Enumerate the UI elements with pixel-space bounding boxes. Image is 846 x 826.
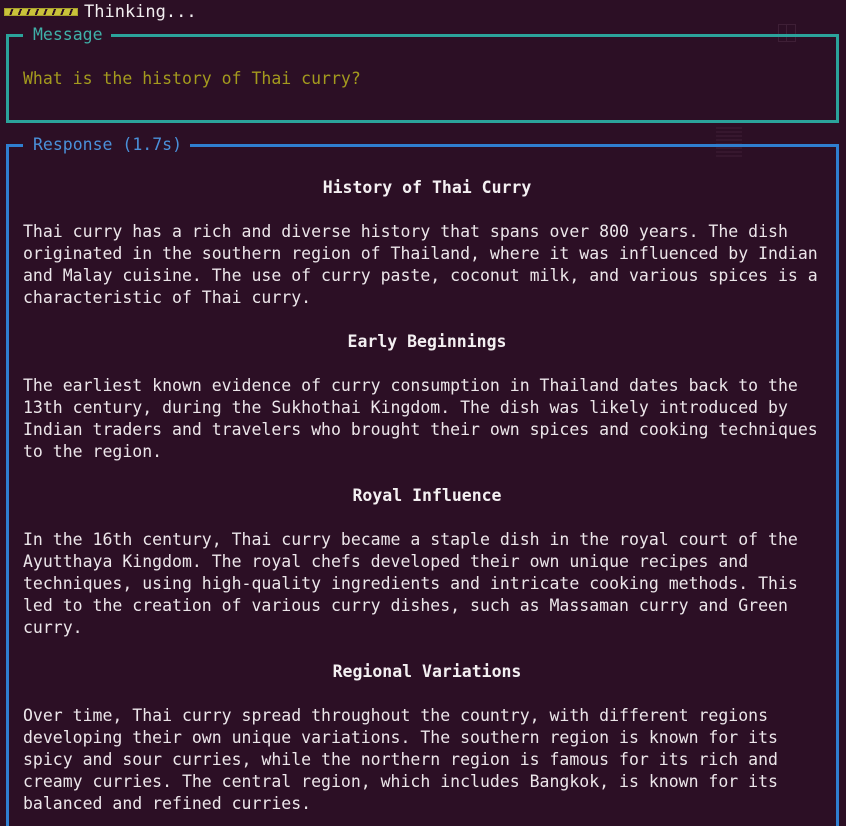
message-panel-title: Message — [23, 25, 111, 45]
section-heading: History of Thai Curry — [322, 178, 532, 197]
section-heading: Early Beginnings — [347, 332, 507, 351]
section-paragraph: In the 16th century, Thai curry became a… — [23, 530, 798, 637]
section-paragraph: The earliest known evidence of curry con… — [23, 376, 818, 461]
section-paragraph: Thai curry has a rich and diverse histor… — [23, 222, 818, 307]
section-heading: Regional Variations — [332, 662, 522, 681]
response-panel[interactable]: Response (1.7s) History of Thai Curry Th… — [6, 135, 839, 826]
status-bar: Thinking... — [0, 0, 197, 24]
message-panel: Message What is the history of Thai curr… — [6, 25, 839, 157]
progress-spinner-icon — [4, 8, 78, 16]
response-body: History of Thai Curry Thai curry has a r… — [23, 177, 831, 826]
status-text: Thinking... — [84, 2, 197, 22]
section-heading: Royal Influence — [352, 486, 502, 505]
section-paragraph: Over time, Thai curry spread throughout … — [23, 706, 778, 813]
message-text: What is the history of Thai curry? — [23, 69, 361, 88]
response-panel-title: Response (1.7s) — [23, 135, 191, 155]
